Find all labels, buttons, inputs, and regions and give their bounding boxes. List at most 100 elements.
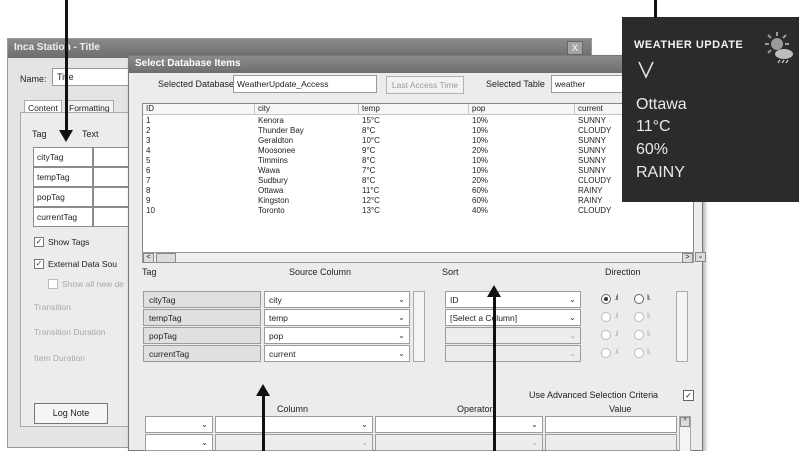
sort-select[interactable]: [Select a Column] ⌄ — [445, 309, 581, 326]
grid-cell[interactable]: 60% — [469, 196, 488, 206]
grid-cell[interactable]: Kenora — [255, 116, 284, 126]
dropdown-icon[interactable]: ⌄ — [566, 347, 579, 360]
grid-cell[interactable]: 1 — [143, 116, 150, 126]
source-column-select[interactable]: temp ⌄ — [264, 309, 410, 326]
grid-cell[interactable]: 60% — [469, 186, 488, 196]
grid-cell[interactable]: SUNNY — [575, 116, 606, 126]
grid-cell[interactable]: 10°C — [359, 136, 380, 146]
grid-cell[interactable]: SUNNY — [575, 136, 606, 146]
grid-cell[interactable]: 4 — [143, 146, 150, 156]
log-note-button[interactable]: Log Note — [34, 403, 108, 424]
grid-header-city[interactable]: city — [255, 104, 359, 115]
dropdown-icon[interactable]: ⌄ — [395, 347, 408, 360]
criteria-column-select[interactable]: ⌄ — [215, 434, 373, 451]
ascending-radio[interactable] — [601, 348, 611, 358]
dropdown-icon[interactable]: ⌄ — [395, 329, 408, 342]
grid-cell[interactable]: CLOUDY — [575, 176, 611, 186]
ascending-radio[interactable] — [601, 330, 611, 340]
advanced-criteria-checkbox[interactable]: ✓ — [683, 390, 694, 401]
sort-select[interactable]: ⌄ — [445, 327, 581, 344]
grid-cell[interactable]: 2 — [143, 126, 150, 136]
grid-cell[interactable]: Kingston — [255, 196, 289, 206]
grid-cell[interactable]: 10 — [143, 206, 155, 216]
dropdown-icon[interactable]: ⌄ — [358, 436, 371, 449]
criteria-value-field[interactable] — [545, 434, 677, 451]
source-column-select[interactable]: current ⌄ — [264, 345, 410, 362]
grid-cell[interactable]: RAINY — [575, 196, 602, 206]
tag-cell[interactable]: tempTag — [33, 167, 93, 187]
grid-cell[interactable]: Moosonee — [255, 146, 295, 156]
tag-cell[interactable]: currentTag — [33, 207, 93, 227]
close-icon[interactable]: X — [567, 41, 583, 55]
grid-cell[interactable]: 6 — [143, 166, 150, 176]
dropdown-icon[interactable]: ⌄ — [528, 418, 541, 431]
scroll-right-icon[interactable]: > — [682, 253, 693, 263]
grid-cell[interactable]: 10% — [469, 116, 488, 126]
dropdown-icon[interactable]: ⌄ — [566, 329, 579, 342]
grid-cell[interactable]: Thunder Bay — [255, 126, 304, 136]
grid-cell[interactable]: 20% — [469, 146, 488, 156]
grid-header-pop[interactable]: pop — [469, 104, 575, 115]
grid-cell[interactable]: 3 — [143, 136, 150, 146]
grid-cell[interactable]: 20% — [469, 176, 488, 186]
criteria-scrollbar[interactable]: ^ — [679, 416, 691, 451]
dropdown-icon[interactable]: ⌄ — [198, 436, 211, 449]
grid-cell[interactable]: Geraldton — [255, 136, 293, 146]
source-column-select[interactable]: city ⌄ — [264, 291, 410, 308]
criteria-and-or-select[interactable]: ⌄ — [145, 434, 213, 451]
grid-cell[interactable]: Wawa — [255, 166, 280, 176]
descending-radio[interactable] — [634, 294, 644, 304]
grid-cell[interactable]: 10% — [469, 156, 488, 166]
criteria-operator-select[interactable]: ⌄ — [375, 416, 543, 433]
dropdown-icon[interactable]: ⌄ — [566, 293, 579, 306]
dropdown-icon[interactable]: ⌄ — [528, 436, 541, 449]
selected-database-field[interactable]: WeatherUpdate_Access — [233, 75, 377, 93]
mapping-scrollbar[interactable] — [413, 291, 425, 362]
grid-cell[interactable]: SUNNY — [575, 156, 606, 166]
grid-header-temp[interactable]: temp — [359, 104, 469, 115]
show-all-new-checkbox[interactable] — [48, 279, 58, 289]
grid-cell[interactable]: 10% — [469, 136, 488, 146]
grid-horizontal-scrollbar[interactable]: < > — [142, 252, 694, 263]
grid-cell[interactable]: CLOUDY — [575, 126, 611, 136]
descending-radio[interactable] — [634, 312, 644, 322]
tag-cell[interactable]: cityTag — [33, 147, 93, 167]
last-access-time-button[interactable]: Last Access Time — [386, 76, 464, 94]
grid-cell[interactable]: 8°C — [359, 176, 375, 186]
sort-scrollbar[interactable] — [676, 291, 688, 362]
grid-cell[interactable]: 12°C — [359, 196, 380, 206]
grid-cell[interactable]: 15°C — [359, 116, 380, 126]
grid-cell[interactable]: 8°C — [359, 156, 375, 166]
descending-radio[interactable] — [634, 330, 644, 340]
database-grid[interactable]: ID city temp pop current 1 Kenora 15°C 10% S… — [142, 103, 694, 263]
ascending-radio[interactable] — [601, 312, 611, 322]
scroll-down-icon[interactable]: ⌄ — [695, 252, 706, 262]
criteria-column-select[interactable]: ⌄ — [215, 416, 373, 433]
grid-cell[interactable]: SUNNY — [575, 166, 606, 176]
grid-cell[interactable]: Sudbury — [255, 176, 288, 186]
dropdown-icon[interactable]: ⌄ — [358, 418, 371, 431]
grid-header-id[interactable]: ID — [143, 104, 255, 115]
criteria-value-field[interactable] — [545, 416, 677, 433]
descending-radio[interactable] — [634, 348, 644, 358]
criteria-and-or-select[interactable]: ⌄ — [145, 416, 213, 433]
grid-cell[interactable]: Toronto — [255, 206, 285, 216]
grid-cell[interactable]: 10% — [469, 126, 488, 136]
show-tags-checkbox[interactable]: ✓ — [34, 237, 44, 247]
grid-cell[interactable]: 13°C — [359, 206, 380, 216]
grid-cell[interactable]: Ottawa — [255, 186, 283, 196]
grid-cell[interactable]: 11°C — [359, 186, 379, 196]
grid-cell[interactable]: SUNNY — [575, 146, 606, 156]
dropdown-icon[interactable]: ⌄ — [566, 311, 579, 324]
tag-cell[interactable]: popTag — [33, 187, 93, 207]
grid-cell[interactable]: 40% — [469, 206, 488, 216]
grid-cell[interactable]: 8°C — [359, 126, 375, 136]
source-column-select[interactable]: pop ⌄ — [264, 327, 410, 344]
grid-cell[interactable]: Timmins — [255, 156, 288, 166]
external-data-checkbox[interactable]: ✓ — [34, 259, 44, 269]
dropdown-icon[interactable]: ⌄ — [395, 311, 408, 324]
dropdown-icon[interactable]: ⌄ — [395, 293, 408, 306]
grid-cell[interactable]: 9 — [143, 196, 150, 206]
criteria-operator-select[interactable]: ⌄ — [375, 434, 543, 451]
scroll-up-icon[interactable]: ^ — [680, 417, 690, 427]
